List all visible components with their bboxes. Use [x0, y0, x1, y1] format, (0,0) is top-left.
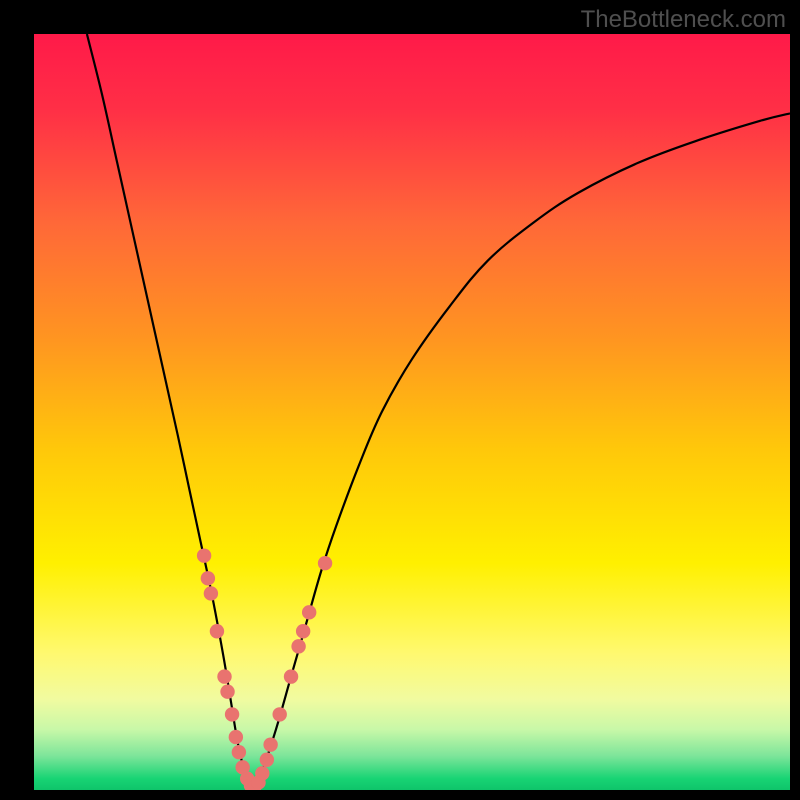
- marker-dot: [273, 707, 287, 721]
- outer-frame: TheBottleneck.com: [0, 0, 800, 800]
- marker-dot: [201, 571, 215, 585]
- watermark-text: TheBottleneck.com: [581, 6, 786, 34]
- marker-dot: [255, 766, 269, 780]
- marker-dot: [302, 605, 316, 619]
- marker-dot: [220, 685, 234, 699]
- marker-dot: [217, 669, 231, 683]
- marker-dot: [318, 556, 332, 570]
- marker-dot: [232, 745, 246, 759]
- marker-dot: [284, 669, 298, 683]
- marker-dot: [197, 548, 211, 562]
- marker-dot: [210, 624, 224, 638]
- marker-dot: [229, 730, 243, 744]
- chart-svg: [34, 34, 790, 790]
- marker-dot: [225, 707, 239, 721]
- marker-dot: [263, 737, 277, 751]
- marker-dot: [296, 624, 310, 638]
- marker-dot: [291, 639, 305, 653]
- marker-dot: [260, 753, 274, 767]
- marker-dot: [204, 586, 218, 600]
- plot-area: [34, 34, 790, 790]
